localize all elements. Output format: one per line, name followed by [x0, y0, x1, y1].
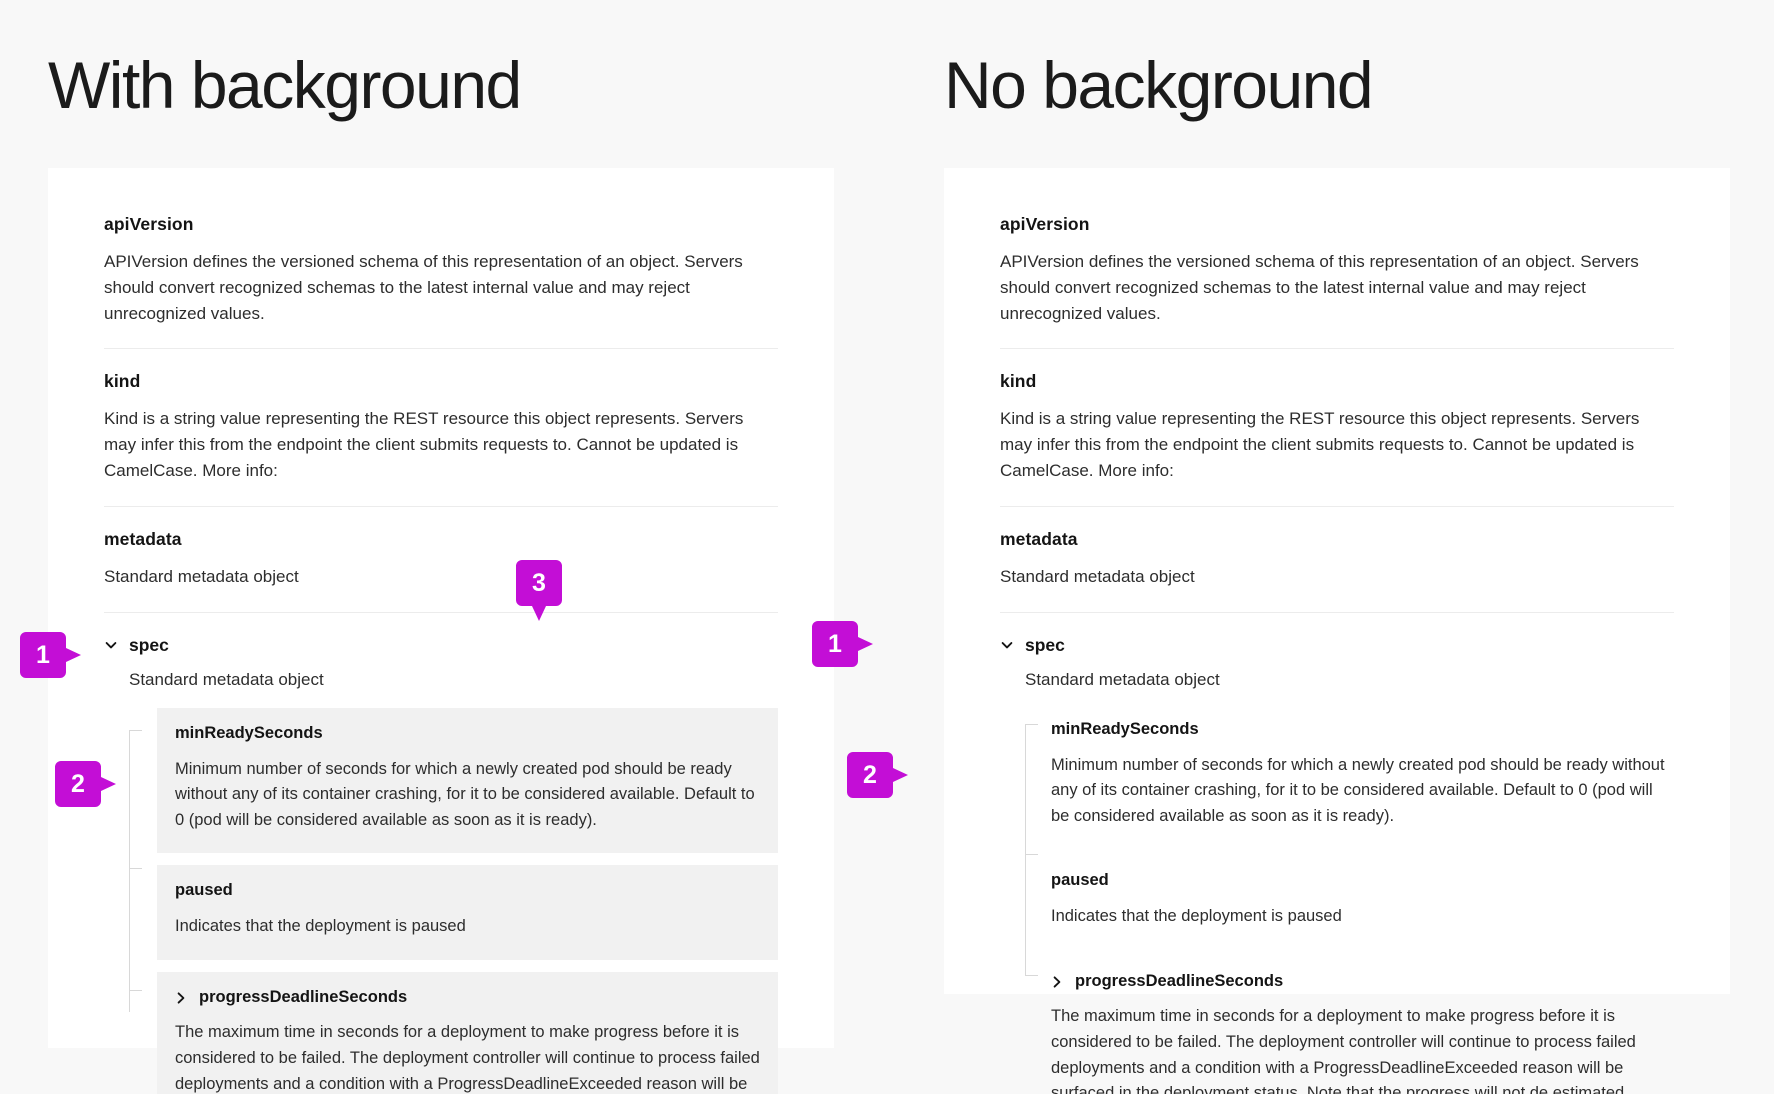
child-name-progressdeadlineseconds: progressDeadlineSeconds — [1075, 971, 1284, 990]
field-row-kind[interactable]: kind Kind is a string value representing… — [104, 348, 778, 505]
field-row-metadata[interactable]: metadata Standard metadata object — [104, 505, 778, 612]
panel-no-background: apiVersion APIVersion defines the versio… — [944, 168, 1730, 1094]
child-row-minreadyseconds[interactable]: minReadySeconds Minimum number of second… — [1051, 708, 1674, 843]
chevron-right-icon[interactable] — [1051, 975, 1065, 989]
field-name-spec: spec — [129, 634, 169, 655]
child-row-paused[interactable]: paused Indicates that the deployment is … — [157, 865, 778, 960]
child-row-minreadyseconds[interactable]: minReadySeconds Minimum number of second… — [157, 707, 778, 854]
comparison-canvas: With background apiVersion APIVersion de… — [0, 0, 1774, 1094]
tree-guide-tick — [129, 867, 142, 869]
tree-guide-tick — [1025, 853, 1038, 855]
child-name-minreadyseconds: minReadySeconds — [1051, 719, 1199, 738]
child-name-paused: paused — [1051, 871, 1109, 890]
child-row-progressdeadlineseconds[interactable]: progressDeadlineSeconds The maximum time… — [157, 971, 778, 1094]
child-name-paused: paused — [175, 881, 233, 900]
field-name-metadata: metadata — [1000, 528, 1078, 549]
tree-guide-line — [129, 729, 130, 1012]
callout-badge-1-left: 1 — [20, 632, 82, 678]
tree-guide-tick — [1025, 723, 1038, 725]
field-description-spec: Standard metadata object — [1025, 669, 1220, 689]
tree-guide-line — [1025, 723, 1026, 975]
field-row-metadata-nb[interactable]: metadata Standard metadata object — [1000, 505, 1674, 612]
field-description-metadata: Standard metadata object — [104, 566, 299, 586]
tree-guide-tick — [129, 989, 142, 991]
child-row-paused[interactable]: paused Indicates that the deployment is … — [1051, 859, 1674, 943]
field-description-metadata: Standard metadata object — [1000, 566, 1195, 586]
chevron-down-icon[interactable] — [104, 638, 118, 652]
child-name-minreadyseconds: minReadySeconds — [175, 723, 323, 742]
field-name-apiversion: apiVersion — [104, 214, 194, 234]
spec-children-left: minReadySeconds Minimum number of second… — [129, 707, 778, 1094]
field-row-apiversion[interactable]: apiVersion APIVersion defines the versio… — [104, 200, 778, 348]
panel-with-background: apiVersion APIVersion defines the versio… — [48, 168, 834, 1094]
callout-badge-3-left: 3 — [516, 560, 562, 622]
field-row-kind-nb[interactable]: kind Kind is a string value representing… — [1000, 348, 1674, 505]
chevron-right-icon[interactable] — [175, 991, 189, 1005]
child-name-progressdeadlineseconds-wrapper: progressDeadlineSeconds — [1051, 972, 1674, 992]
child-description-minreadyseconds: Minimum number of seconds for which a ne… — [175, 759, 755, 829]
tree-guide-tick — [129, 729, 142, 731]
left-column-title: With background — [48, 48, 522, 122]
field-row-spec-nb[interactable]: spec Standard metadata object minReadySe… — [1000, 611, 1674, 1094]
child-name-progressdeadlineseconds-wrapper: progressDeadlineSeconds — [175, 988, 760, 1008]
field-name-apiversion: apiVersion — [1000, 214, 1090, 234]
child-name-progressdeadlineseconds: progressDeadlineSeconds — [199, 987, 408, 1006]
callout-badge-2-right: 2 — [847, 752, 909, 798]
field-name-metadata: metadata — [104, 528, 182, 549]
spec-children-right: minReadySeconds Minimum number of second… — [1025, 708, 1674, 1094]
field-description-kind: Kind is a string value representing the … — [1000, 409, 1640, 481]
callout-badge-1-right: 1 — [812, 621, 874, 667]
chevron-down-icon[interactable] — [1000, 638, 1014, 652]
field-description-apiversion: APIVersion defines the versioned schema … — [104, 252, 743, 323]
child-description-progressdeadlineseconds: The maximum time in seconds for a deploy… — [1051, 1007, 1636, 1094]
field-description-spec: Standard metadata object — [129, 669, 324, 689]
field-description-apiversion: APIVersion defines the versioned schema … — [1000, 252, 1639, 323]
field-name-kind: kind — [1000, 371, 1037, 392]
field-description-kind: Kind is a string value representing the … — [104, 409, 744, 481]
field-name-kind: kind — [104, 371, 141, 392]
callout-badge-2-left: 2 — [55, 761, 117, 807]
right-column-title: No background — [944, 48, 1374, 122]
child-description-paused: Indicates that the deployment is paused — [1051, 907, 1342, 926]
field-row-spec[interactable]: spec Standard metadata object minReadySe… — [104, 611, 778, 1094]
tree-guide-tick — [1025, 974, 1038, 976]
child-description-progressdeadlineseconds: The maximum time in seconds for a deploy… — [175, 1023, 760, 1093]
child-description-paused: Indicates that the deployment is paused — [175, 917, 466, 936]
child-description-minreadyseconds: Minimum number of seconds for which a ne… — [1051, 755, 1665, 825]
field-name-spec: spec — [1025, 634, 1065, 655]
field-row-apiversion-nb[interactable]: apiVersion APIVersion defines the versio… — [1000, 200, 1674, 348]
child-row-progressdeadlineseconds[interactable]: progressDeadlineSeconds The maximum time… — [1051, 960, 1674, 1094]
